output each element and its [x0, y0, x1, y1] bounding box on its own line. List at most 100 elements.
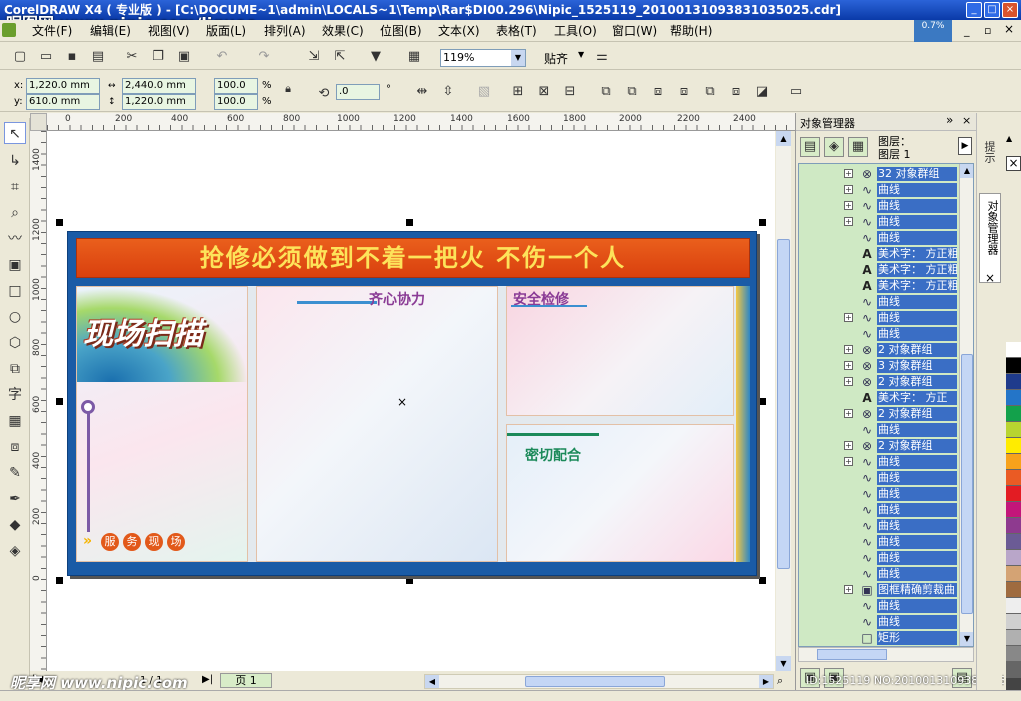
- selection-handle[interactable]: [56, 219, 63, 226]
- tree-row[interactable]: ∿ 曲线: [799, 294, 959, 310]
- copy-icon[interactable]: ❐: [148, 47, 168, 67]
- color-swatch[interactable]: [1006, 662, 1021, 678]
- y-position-field[interactable]: 610.0 mm: [26, 94, 100, 110]
- tree-row[interactable]: ∿ 曲线: [799, 326, 959, 342]
- freehand-tool-icon[interactable]: 〰: [4, 228, 26, 250]
- color-swatch[interactable]: [1006, 390, 1021, 406]
- tree-row[interactable]: + ∿ 曲线: [799, 454, 959, 470]
- wrap-icon[interactable]: ▧: [474, 82, 494, 102]
- tree-row[interactable]: + ⊗ 2 对象群组: [799, 342, 959, 358]
- expand-icon[interactable]: +: [844, 169, 853, 178]
- smart-fill-icon[interactable]: ▣: [4, 254, 26, 276]
- maximize-button[interactable]: □: [984, 2, 1000, 18]
- outline-tool-icon[interactable]: ✒: [4, 488, 26, 510]
- tree-row[interactable]: A 美术字： 方正: [799, 390, 959, 406]
- color-swatch[interactable]: [1006, 422, 1021, 438]
- intersect-icon[interactable]: ⧈: [674, 82, 694, 102]
- mirror-v-icon[interactable]: ⇳: [438, 82, 458, 102]
- expand-icon[interactable]: +: [844, 441, 853, 450]
- simplify-icon[interactable]: ⧉: [700, 82, 720, 102]
- selection-handle[interactable]: [56, 577, 63, 584]
- front-minus-back-icon[interactable]: ⧈: [726, 82, 746, 102]
- save-icon[interactable]: ▪: [62, 47, 82, 67]
- color-swatch[interactable]: [1006, 630, 1021, 646]
- tree-row[interactable]: ∿ 曲线: [799, 598, 959, 614]
- redo-icon[interactable]: ↷: [254, 47, 274, 67]
- color-swatch[interactable]: [1006, 534, 1021, 550]
- close-button[interactable]: ×: [1002, 2, 1018, 18]
- tree-row[interactable]: ∿ 曲线: [799, 502, 959, 518]
- layer-manager-icon[interactable]: ▦: [848, 137, 868, 157]
- menu-bitmaps[interactable]: 位图(B): [380, 23, 422, 39]
- color-swatch[interactable]: [1006, 582, 1021, 598]
- new-icon[interactable]: ▢: [10, 47, 30, 67]
- docker-close-icon[interactable]: ×: [962, 114, 971, 127]
- color-swatch[interactable]: [1006, 614, 1021, 630]
- pick-tool-icon[interactable]: ↖: [4, 122, 26, 144]
- tree-row[interactable]: + ▣ 图框精确剪裁曲: [799, 582, 959, 598]
- drawing-canvas[interactable]: 抢修必须做到不着一把火 不伤一个人 现场扫描 » 服 务 现 场 齐心协力 ×: [47, 131, 775, 671]
- tree-row[interactable]: ∿ 曲线: [799, 614, 959, 630]
- color-swatch[interactable]: [1006, 566, 1021, 582]
- vertical-scrollbar[interactable]: ▲ ▼: [776, 131, 791, 671]
- table-tool-icon[interactable]: ▦: [4, 410, 26, 432]
- board-frame[interactable]: 抢修必须做到不着一把火 不伤一个人 现场扫描 » 服 务 现 场 齐心协力 ×: [67, 231, 757, 576]
- doc-close-button[interactable]: ×: [1004, 22, 1014, 36]
- horizontal-scroll-thumb[interactable]: [525, 676, 665, 687]
- tree-row[interactable]: + ⊗ 32 对象群组: [799, 166, 959, 182]
- menu-layout[interactable]: 版面(L): [206, 23, 246, 39]
- vertical-scroll-thumb[interactable]: [777, 239, 790, 569]
- minimize-button[interactable]: _: [966, 2, 982, 18]
- tree-row[interactable]: ∿ 曲线: [799, 550, 959, 566]
- tree-row[interactable]: ∿ 曲线: [799, 486, 959, 502]
- menu-effects[interactable]: 效果(C): [322, 23, 364, 39]
- lock-ratio-icon[interactable]: 🔒︎: [278, 79, 298, 99]
- ungroup-all-icon[interactable]: ⊟: [560, 82, 580, 102]
- scale-x-field[interactable]: 100.0: [214, 78, 258, 94]
- tree-scroll-thumb[interactable]: [961, 354, 973, 614]
- menu-help[interactable]: 帮助(H): [670, 23, 712, 39]
- tree-hscroll-thumb[interactable]: [817, 649, 887, 660]
- fill-tool-icon[interactable]: ◆: [4, 514, 26, 536]
- selection-handle[interactable]: [406, 219, 413, 226]
- palette-scroll-up-icon[interactable]: ▲: [1006, 134, 1012, 143]
- weld-icon[interactable]: ⧉: [622, 82, 642, 102]
- menu-file[interactable]: 文件(F): [32, 23, 72, 39]
- shape-tool-icon[interactable]: ↳: [4, 150, 26, 172]
- tree-row[interactable]: ∿ 曲线: [799, 422, 959, 438]
- ruler-origin[interactable]: [30, 113, 47, 131]
- docker-menu-arrow-icon[interactable]: ▶: [958, 137, 972, 155]
- menu-window[interactable]: 窗口(W): [612, 23, 657, 39]
- paste-icon[interactable]: ▣: [174, 47, 194, 67]
- color-swatch[interactable]: [1006, 502, 1021, 518]
- color-swatch[interactable]: [1006, 358, 1021, 374]
- tree-row[interactable]: + ⊗ 2 对象群组: [799, 438, 959, 454]
- boundary-icon[interactable]: ▭: [786, 82, 806, 102]
- tab-hints[interactable]: 提示: [981, 141, 997, 163]
- color-swatch[interactable]: [1006, 406, 1021, 422]
- zoom-tool-icon[interactable]: ⌕: [4, 202, 26, 224]
- show-properties-icon[interactable]: ▤: [800, 137, 820, 157]
- expand-icon[interactable]: +: [844, 377, 853, 386]
- tree-row[interactable]: ∿ 曲线: [799, 230, 959, 246]
- scroll-left-icon[interactable]: ◀: [425, 675, 439, 688]
- launcher-icon[interactable]: ▼: [366, 47, 386, 67]
- polygon-tool-icon[interactable]: ⬡: [4, 332, 26, 354]
- tree-vertical-scrollbar[interactable]: ▲ ▼: [959, 164, 973, 646]
- tab-object-manager[interactable]: 对象管理器: [979, 193, 1001, 283]
- scroll-right-icon[interactable]: ▶: [759, 675, 773, 688]
- tree-row[interactable]: A 美术字： 方正粗: [799, 262, 959, 278]
- edit-across-layers-icon[interactable]: ◈: [824, 137, 844, 157]
- tree-row[interactable]: A 美术字： 方正粗: [799, 246, 959, 262]
- ungroup-icon[interactable]: ⊠: [534, 82, 554, 102]
- color-swatch[interactable]: [1006, 454, 1021, 470]
- menu-tools[interactable]: 工具(O): [554, 23, 597, 39]
- expand-icon[interactable]: +: [844, 361, 853, 370]
- crop-tool-icon[interactable]: ⌗: [4, 176, 26, 198]
- welcome-icon[interactable]: ▦: [404, 47, 424, 67]
- tree-row[interactable]: ∿ 曲线: [799, 518, 959, 534]
- scale-y-field[interactable]: 100.0: [214, 94, 258, 110]
- selection-handle[interactable]: [56, 398, 63, 405]
- color-swatch[interactable]: [1006, 438, 1021, 454]
- tree-row[interactable]: + ∿ 曲线: [799, 310, 959, 326]
